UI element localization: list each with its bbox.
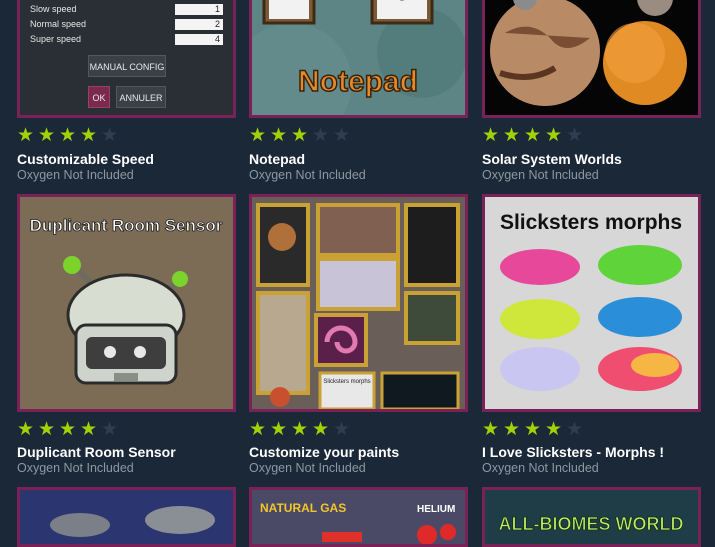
star-icon: ★ — [249, 125, 268, 146]
thumbnail-caption: Duplicant Room Sensor — [30, 216, 223, 235]
star-icon: ★ — [59, 419, 78, 440]
slicksters-artwork: Slicksters morphs — [485, 197, 698, 409]
item-title[interactable]: Notepad — [249, 151, 305, 167]
item-thumbnail[interactable]: Duplicant Room Sensor — [17, 194, 236, 412]
item-thumbnail[interactable] — [482, 0, 701, 118]
star-icon: ★ — [249, 419, 268, 440]
workshop-item-card: Slicksters morphs ★ ★ ★ ★ ★ I Love Slickster… — [482, 194, 701, 484]
item-thumbnail[interactable]: Notepad — [249, 0, 468, 118]
item-title[interactable]: Customize your paints — [249, 444, 399, 460]
manual-config-button: MANUAL CONFIG — [88, 55, 166, 77]
speed-row: Slow speed 1 — [30, 4, 223, 16]
ok-button: OK — [88, 86, 110, 108]
star-icon: ★ — [545, 125, 564, 146]
thumbnail-caption: Notepad — [298, 65, 418, 98]
star-rating: ★ ★ ★ ★ ★ — [249, 125, 354, 146]
star-icon: ★ — [566, 419, 585, 440]
planets-artwork — [485, 0, 698, 115]
workshop-item-card: Notepad ★ ★ ★ ★ ★ Notepad Oxygen Not Include… — [249, 0, 468, 190]
item-game-name[interactable]: Oxygen Not Included — [17, 168, 134, 182]
gas-artwork: NATURAL GAS HELIUM — [252, 490, 465, 544]
star-icon: ★ — [101, 419, 120, 440]
rocks-artwork — [20, 490, 233, 544]
speed-label: Super speed — [30, 34, 82, 44]
painting-label: Slicksters morphs — [323, 379, 370, 385]
speed-row: Normal speed 2 — [30, 19, 223, 31]
workshop-item-card: ALL-BIOMES WORLD — [482, 487, 701, 547]
star-rating: ★ ★ ★ ★ ★ — [17, 419, 122, 440]
item-thumbnail[interactable]: Slicksters morphs — [249, 194, 468, 412]
workshop-item-card: Duplicant Room Sensor ★ ★ ★ ★ ★ Duplicant Ro… — [17, 194, 236, 484]
speed-value: 2 — [175, 19, 223, 30]
star-icon: ★ — [503, 419, 522, 440]
star-icon: ★ — [80, 125, 99, 146]
star-icon: ★ — [101, 125, 120, 146]
speed-label: Normal speed — [30, 19, 87, 29]
paintings-artwork: Slicksters morphs — [252, 197, 465, 409]
star-icon: ★ — [333, 125, 352, 146]
workshop-item-card: ★ ★ ★ ★ ★ Solar System Worlds Oxygen Not Inc… — [482, 0, 701, 190]
star-icon: ★ — [291, 125, 310, 146]
thumbnail-caption-left: NATURAL GAS — [260, 501, 346, 515]
star-icon: ★ — [524, 419, 543, 440]
item-game-name[interactable]: Oxygen Not Included — [249, 461, 366, 475]
item-thumbnail[interactable]: Slow speed 1 Normal speed 2 Super speed … — [17, 0, 236, 118]
thumbnail-caption-right: HELIUM — [417, 504, 455, 515]
speed-row: Super speed 4 — [30, 34, 223, 46]
item-title[interactable]: I Love Slicksters - Morphs ! — [482, 444, 664, 460]
star-icon: ★ — [80, 419, 99, 440]
item-title[interactable]: Solar System Worlds — [482, 151, 622, 167]
star-icon: ★ — [312, 419, 331, 440]
star-icon: ★ — [270, 125, 289, 146]
star-icon: ★ — [482, 419, 501, 440]
item-thumbnail[interactable]: Slicksters morphs — [482, 194, 701, 412]
star-rating: ★ ★ ★ ★ ★ — [249, 419, 354, 440]
item-title[interactable]: Duplicant Room Sensor — [17, 444, 176, 460]
workshop-item-card — [17, 487, 236, 547]
cancel-button: ANNULER — [116, 86, 166, 108]
star-icon: ★ — [38, 125, 57, 146]
star-icon: ★ — [545, 419, 564, 440]
item-thumbnail[interactable] — [17, 487, 236, 547]
item-game-name[interactable]: Oxygen Not Included — [482, 461, 599, 475]
item-game-name[interactable]: Oxygen Not Included — [482, 168, 599, 182]
star-rating: ★ ★ ★ ★ ★ — [482, 125, 587, 146]
workshop-grid: Slow speed 1 Normal speed 2 Super speed … — [0, 0, 715, 547]
item-thumbnail[interactable]: NATURAL GAS HELIUM — [249, 487, 468, 547]
star-icon: ★ — [566, 125, 585, 146]
item-title[interactable]: Customizable Speed — [17, 151, 154, 167]
thumbnail-caption: Slicksters morphs — [500, 211, 682, 234]
star-icon: ★ — [291, 419, 310, 440]
star-icon: ★ — [312, 125, 331, 146]
speed-label: Slow speed — [30, 4, 77, 14]
star-rating: ★ ★ ★ ★ ★ — [482, 419, 587, 440]
star-icon: ★ — [59, 125, 78, 146]
speed-value: 1 — [175, 4, 223, 15]
star-icon: ★ — [17, 125, 36, 146]
star-icon: ★ — [524, 125, 543, 146]
star-icon: ★ — [270, 419, 289, 440]
speed-value: 4 — [175, 34, 223, 45]
notepad-artwork: Notepad — [252, 0, 465, 115]
all-biomes-artwork: ALL-BIOMES WORLD — [485, 490, 698, 544]
item-thumbnail[interactable]: ALL-BIOMES WORLD — [482, 487, 701, 547]
star-icon: ★ — [333, 419, 352, 440]
workshop-item-card: Slow speed 1 Normal speed 2 Super speed … — [17, 0, 236, 190]
speed-config-dialog: Slow speed 1 Normal speed 2 Super speed … — [20, 0, 233, 115]
star-icon: ★ — [17, 419, 36, 440]
thumbnail-caption: ALL-BIOMES WORLD — [499, 514, 684, 534]
item-game-name[interactable]: Oxygen Not Included — [249, 168, 366, 182]
item-game-name[interactable]: Oxygen Not Included — [17, 461, 134, 475]
star-rating: ★ ★ ★ ★ ★ — [17, 125, 122, 146]
workshop-item-card: NATURAL GAS HELIUM — [249, 487, 468, 547]
star-icon: ★ — [503, 125, 522, 146]
star-icon: ★ — [38, 419, 57, 440]
room-sensor-artwork: Duplicant Room Sensor — [20, 197, 233, 409]
star-icon: ★ — [482, 125, 501, 146]
workshop-item-card: Slicksters morphs ★ ★ ★ ★ ★ Customize your p… — [249, 194, 468, 484]
